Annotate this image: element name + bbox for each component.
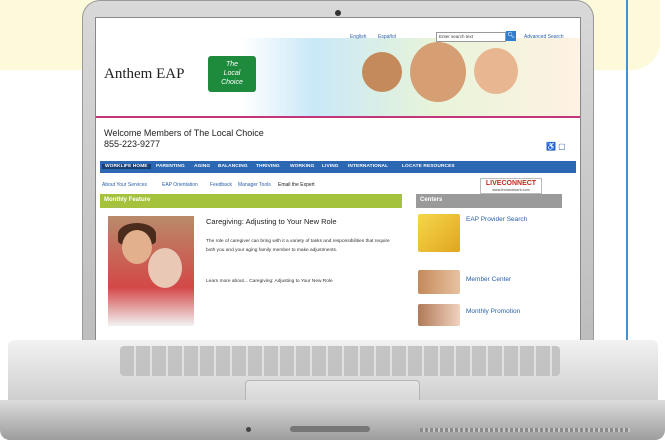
- nav-locate-resources[interactable]: LOCATE RESOURCES: [402, 164, 455, 169]
- center-item[interactable]: EAP Provider Search: [416, 212, 564, 254]
- search-input[interactable]: Enter search text: [436, 32, 506, 42]
- laptop-screen: English Español Enter search text 🔍︎ Adv…: [96, 18, 580, 340]
- hero-mother-image: [410, 42, 466, 102]
- monthly-feature-title: Monthly Feature: [104, 197, 151, 203]
- member-thumbnail: [418, 270, 460, 294]
- keyboard: [120, 346, 560, 376]
- phone-number: 855-223-9277: [104, 139, 161, 149]
- nav-parenting[interactable]: PARENTING: [156, 164, 185, 169]
- article-body: The role of caregiver can bring with it …: [206, 239, 390, 253]
- nav-international[interactable]: INTERNATIONAL: [348, 164, 388, 169]
- laptop-front-edge: [0, 400, 665, 440]
- anthem-eap-logo[interactable]: Anthem EAP: [104, 66, 184, 83]
- article-learn-more-link[interactable]: Learn more about... Caregiving: Adjustin…: [206, 279, 333, 284]
- promotion-thumbnail: [418, 304, 460, 326]
- subnav-eap-orientation[interactable]: EAP Orientation: [162, 182, 198, 188]
- nav-worklife-home[interactable]: WORKLIFE HOME: [102, 164, 151, 169]
- espanol-link[interactable]: Español: [378, 34, 396, 40]
- decor-line: [626, 0, 628, 380]
- drive-slot: [290, 426, 370, 432]
- hero-baby-image: [474, 48, 518, 94]
- hero-child-image: [362, 52, 402, 92]
- subnav-feedback[interactable]: Feedback: [210, 182, 232, 188]
- subnav-about-services[interactable]: About Your Services: [102, 182, 147, 188]
- power-led-icon: [246, 427, 251, 432]
- subnav-email-expert[interactable]: Email the Expert: [278, 182, 315, 188]
- welcome-title: Welcome Members of The Local Choice: [104, 128, 264, 138]
- folder-thumbnail: [418, 214, 460, 252]
- welcome-message: Welcome Members of The Local Choice 855-…: [104, 128, 264, 150]
- subnav-manager-tools[interactable]: Manager Tools: [238, 182, 271, 188]
- centers-title: Centers: [420, 197, 443, 203]
- local-choice-logo: The Local Choice: [208, 56, 256, 92]
- article-title[interactable]: Caregiving: Adjusting to Your New Role: [206, 217, 337, 226]
- nav-aging[interactable]: AGING: [194, 164, 210, 169]
- english-link[interactable]: English: [350, 34, 366, 40]
- feature-photo-face: [148, 248, 182, 288]
- center-item[interactable]: Monthly Promotion: [416, 302, 564, 340]
- feature-photo-face: [122, 230, 152, 264]
- accent-divider: [96, 116, 580, 118]
- advanced-search-link[interactable]: Advanced Search: [524, 34, 563, 40]
- nav-working[interactable]: WORKING: [290, 164, 314, 169]
- camera-icon: [335, 10, 341, 16]
- liveconnect-logo[interactable]: LIVECONNECT www.liveandwork.com: [480, 178, 542, 194]
- center-label[interactable]: Member Center: [466, 276, 511, 283]
- nav-thriving[interactable]: THRIVING: [256, 164, 280, 169]
- nav-living[interactable]: LIVING: [322, 164, 339, 169]
- center-label[interactable]: EAP Provider Search: [466, 216, 527, 223]
- center-label[interactable]: Monthly Promotion: [466, 308, 520, 315]
- search-icon[interactable]: 🔍︎: [506, 31, 516, 41]
- nav-balancing[interactable]: BALANCING: [218, 164, 248, 169]
- speaker-vent: [420, 428, 630, 432]
- accessibility-icon[interactable]: ♿ ▢: [546, 142, 566, 151]
